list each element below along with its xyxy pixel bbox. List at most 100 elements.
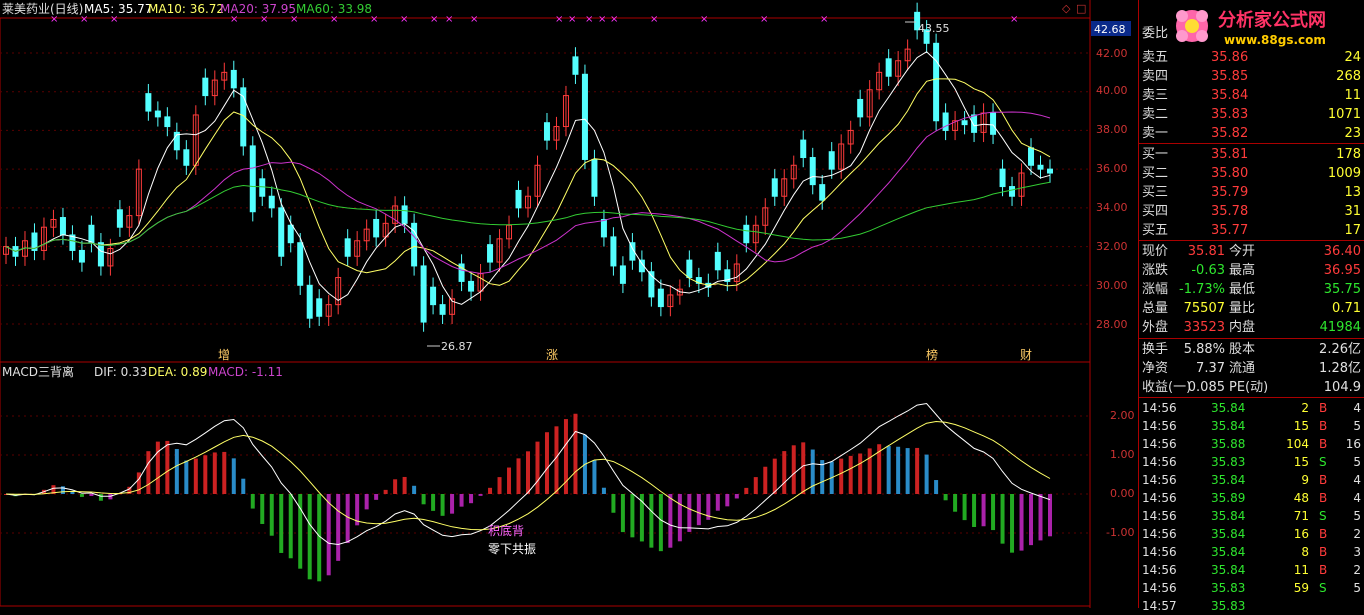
candle-body: [591, 158, 598, 197]
macd-bar: [744, 487, 749, 494]
trade-volume: 11: [1293, 563, 1309, 577]
trade-volume: 2: [1301, 401, 1309, 415]
sell-volume: 268: [1336, 69, 1361, 84]
macd-bar: [260, 494, 265, 524]
fund-label: 股本: [1229, 342, 1256, 357]
sell-level-label: 卖四: [1142, 69, 1169, 84]
candle-body: [610, 236, 617, 267]
candle-body: [306, 284, 313, 319]
chart-area[interactable]: 莱美药业(日线) MA5: 35.77 MA10: 36.72 MA20: 37…: [0, 0, 1138, 608]
diamond-icon[interactable]: ◇: [1062, 2, 1071, 15]
macd-bar: [184, 460, 189, 494]
candle-body: [885, 58, 892, 77]
macd-bar: [915, 447, 920, 494]
candle-body: [202, 77, 209, 97]
quote-value: 33523: [1183, 320, 1225, 335]
sell-price: 35.84: [1211, 88, 1249, 103]
macd-bar: [715, 494, 720, 511]
ma10-label: MA10: 36.72: [148, 2, 224, 16]
candle-body: [344, 238, 351, 257]
macd-bar: [241, 478, 246, 494]
macd-bar: [734, 494, 739, 499]
candle-body: [145, 93, 152, 112]
trade-price: 35.84: [1211, 509, 1246, 523]
sell-price: 35.85: [1211, 69, 1249, 84]
candle-body: [230, 69, 237, 89]
macd-bar: [222, 451, 227, 494]
event-marker[interactable]: 涨: [546, 347, 558, 362]
sell-level-label: 卖三: [1142, 88, 1169, 103]
current-price-tag: 42.68: [1094, 23, 1126, 36]
macd-value: MACD: -1.11: [208, 365, 283, 379]
buy-level-row: 买一 35.81 178: [1139, 145, 1364, 164]
candle-body: [268, 195, 275, 209]
price-tick: 42.00: [1096, 47, 1128, 60]
macd-bar: [554, 426, 559, 494]
sell-level-label: 卖五: [1142, 50, 1169, 65]
candle-body: [88, 224, 95, 244]
price-grid: [0, 52, 1090, 325]
quote-value: 36.95: [1323, 263, 1361, 278]
price-tick: 34.00: [1096, 201, 1128, 214]
macd-bar: [288, 494, 293, 559]
macd-bar: [905, 448, 910, 494]
macd-tick: 2.00: [1110, 409, 1135, 422]
trade-row: 14:56 35.84 16 B 2: [1139, 525, 1364, 543]
trade-side: B: [1319, 419, 1328, 433]
macd-bar: [469, 494, 474, 504]
candle-body: [990, 112, 997, 135]
macd-bar: [402, 476, 407, 494]
macd-tick: -1.00: [1106, 526, 1134, 539]
macd-bar: [146, 451, 151, 494]
macd-bar: [601, 487, 606, 494]
macd-bar: [212, 452, 217, 494]
candle-body: [420, 265, 427, 323]
quote-value: -0.63: [1191, 263, 1225, 278]
candle-body: [401, 205, 408, 224]
candle-body: [600, 218, 607, 238]
candle-body: [743, 224, 750, 244]
candle-body: [439, 304, 446, 315]
candle-body: [515, 189, 522, 209]
macd-bar: [782, 451, 787, 494]
quote-value: -1.73%: [1179, 282, 1225, 297]
quote-value: 36.40: [1323, 244, 1361, 259]
buy-level-label: 买五: [1142, 223, 1169, 238]
signal-x-mark: ×: [230, 14, 238, 25]
macd-bar: [269, 494, 274, 536]
trade-side: S: [1319, 455, 1327, 469]
candle-body: [809, 157, 816, 186]
signal-x-mark: ×: [80, 14, 88, 25]
fund-value: 2.26亿: [1319, 342, 1361, 357]
event-marker[interactable]: 财: [1020, 348, 1032, 362]
quote-label: 涨跌: [1142, 263, 1169, 278]
trade-volume: 9: [1301, 473, 1309, 487]
event-marker[interactable]: 榜: [926, 347, 938, 362]
buy-volume: 1009: [1327, 166, 1361, 181]
candle-body: [278, 207, 285, 257]
macd-bar: [1029, 494, 1034, 546]
macd-bar: [725, 494, 730, 507]
site-logo[interactable]: 分析家公式网 www.88gs.com: [1168, 2, 1364, 50]
macd-bar: [668, 494, 673, 548]
trade-volume: 48: [1293, 491, 1309, 505]
macd-bar: [649, 494, 654, 548]
event-marker[interactable]: 增: [218, 348, 230, 362]
candle-body: [942, 112, 949, 131]
trade-row: 14:56 35.84 71 S 5: [1139, 507, 1364, 525]
chart-title: 莱美药业(日线): [2, 2, 83, 16]
macd-bar: [858, 453, 863, 494]
signal-x-mark: ×: [400, 14, 408, 25]
macd-bar: [136, 472, 141, 494]
candle-body: [1037, 164, 1044, 170]
fundamental-row: 收益(一) 0.085 PE(动) 104.9: [1139, 378, 1364, 397]
macd-bar: [544, 432, 549, 494]
macd-axis: 2.00 1.00 0.00 -1.00: [1106, 409, 1135, 539]
high-annotation: 43.55: [918, 22, 950, 35]
fund-label: 净资: [1142, 361, 1169, 376]
buy-level-label: 买四: [1142, 204, 1169, 219]
square-icon[interactable]: □: [1076, 2, 1086, 15]
trade-row: 14:56 35.84 2 B 4: [1139, 399, 1364, 417]
sell-level-row: 卖三 35.84 11: [1139, 86, 1364, 105]
quote-label: 今开: [1229, 244, 1256, 259]
